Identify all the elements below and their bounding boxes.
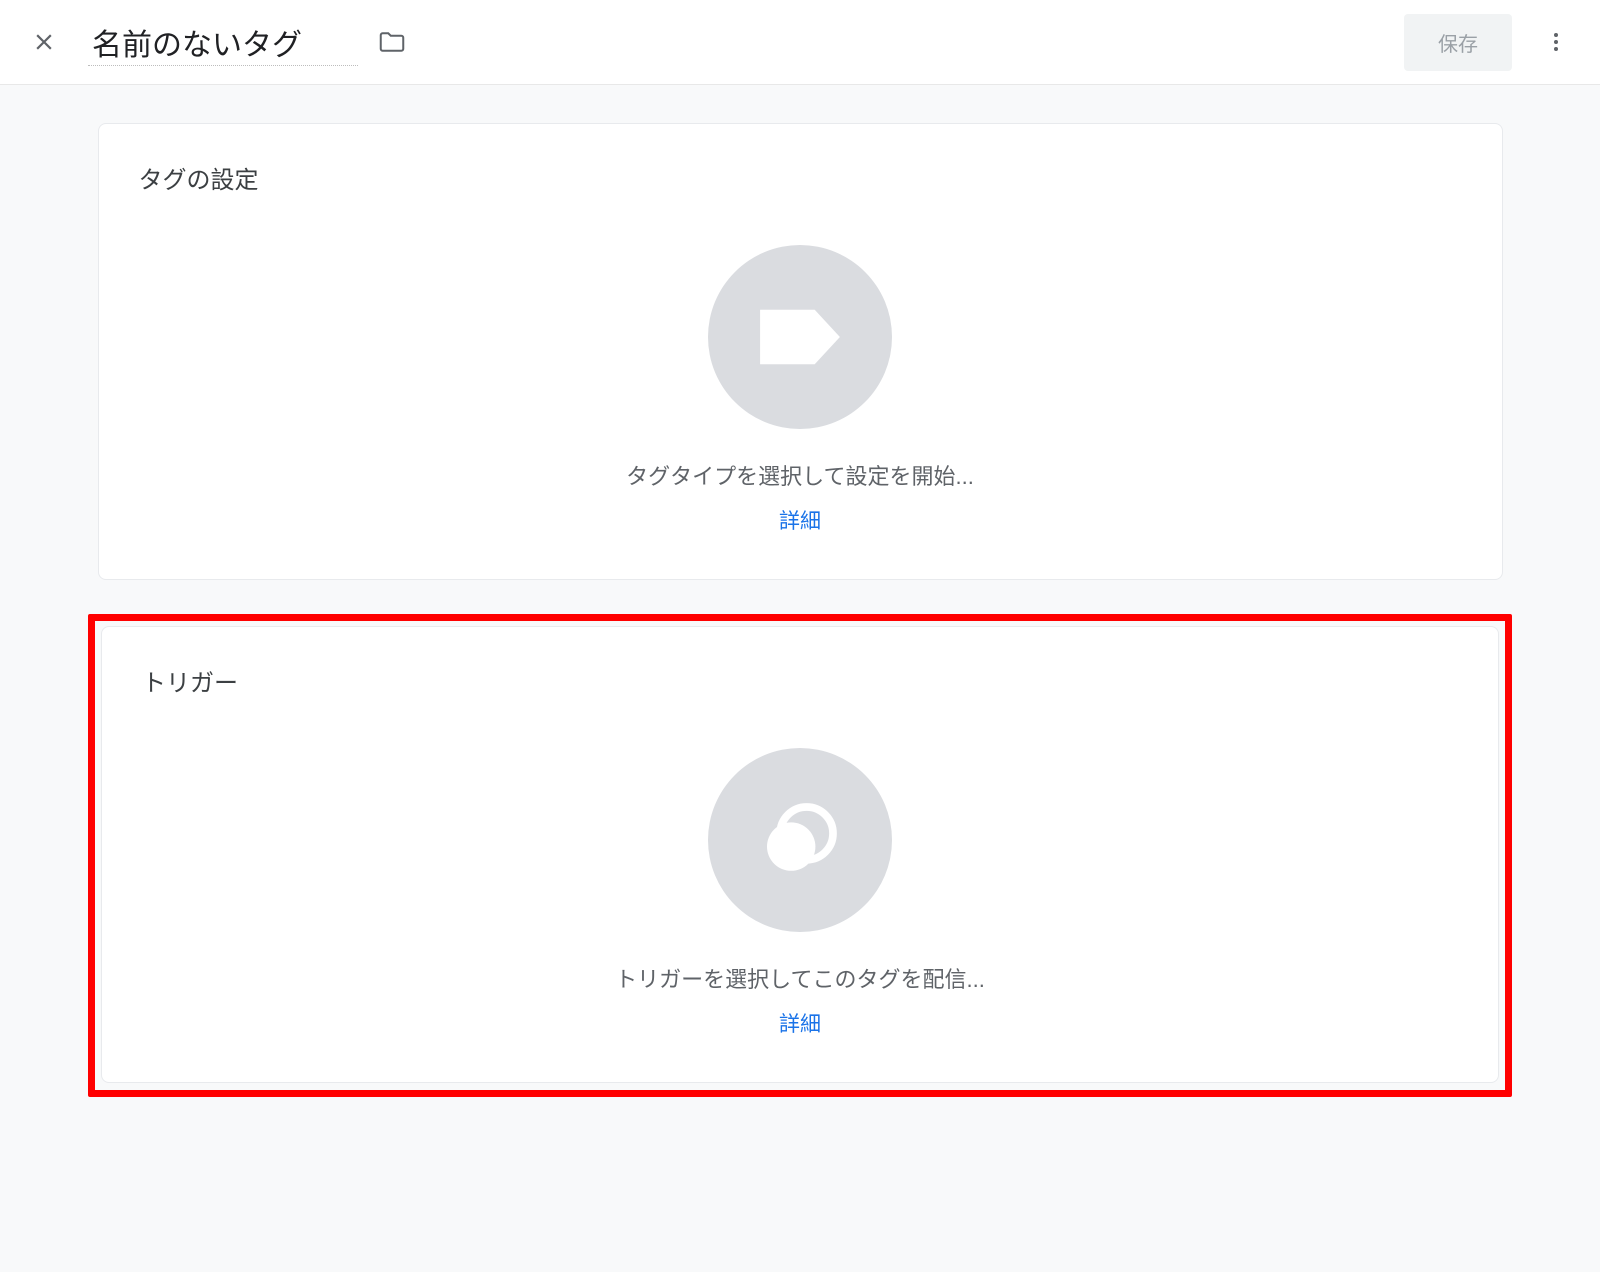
trigger-detail-link[interactable]: 詳細	[779, 1008, 821, 1038]
folder-icon	[377, 27, 407, 57]
trigger-body: トリガーを選択してこのタグを配信... 詳細	[142, 728, 1458, 1038]
tag-icon	[758, 307, 842, 367]
tag-config-card[interactable]: タグの設定 タグタイプを選択して設定を開始... 詳細	[98, 123, 1503, 580]
tag-config-body: タグタイプを選択して設定を開始... 詳細	[139, 225, 1462, 535]
save-button[interactable]: 保存	[1404, 14, 1512, 71]
close-icon	[31, 29, 57, 55]
trigger-icon	[756, 796, 844, 884]
tag-empty-icon-circle	[708, 245, 892, 429]
editor-header: 保存	[0, 0, 1600, 85]
editor-content: タグの設定 タグタイプを選択して設定を開始... 詳細 トリガー トリガ	[0, 85, 1600, 1272]
trigger-empty-icon-circle	[708, 748, 892, 932]
trigger-highlight: トリガー トリガーを選択してこのタグを配信... 詳細	[88, 614, 1512, 1097]
tag-name-input[interactable]	[88, 19, 358, 66]
more-vert-icon	[1544, 30, 1568, 54]
folder-button[interactable]	[368, 18, 416, 66]
tag-config-empty-text: タグタイプを選択して設定を開始...	[626, 459, 974, 491]
close-button[interactable]	[20, 18, 68, 66]
trigger-title: トリガー	[142, 663, 1458, 698]
more-menu-button[interactable]	[1532, 18, 1580, 66]
trigger-empty-text: トリガーを選択してこのタグを配信...	[615, 962, 985, 994]
tag-config-title: タグの設定	[139, 160, 1462, 195]
tag-config-detail-link[interactable]: 詳細	[779, 505, 821, 535]
trigger-card[interactable]: トリガー トリガーを選択してこのタグを配信... 詳細	[101, 626, 1499, 1083]
